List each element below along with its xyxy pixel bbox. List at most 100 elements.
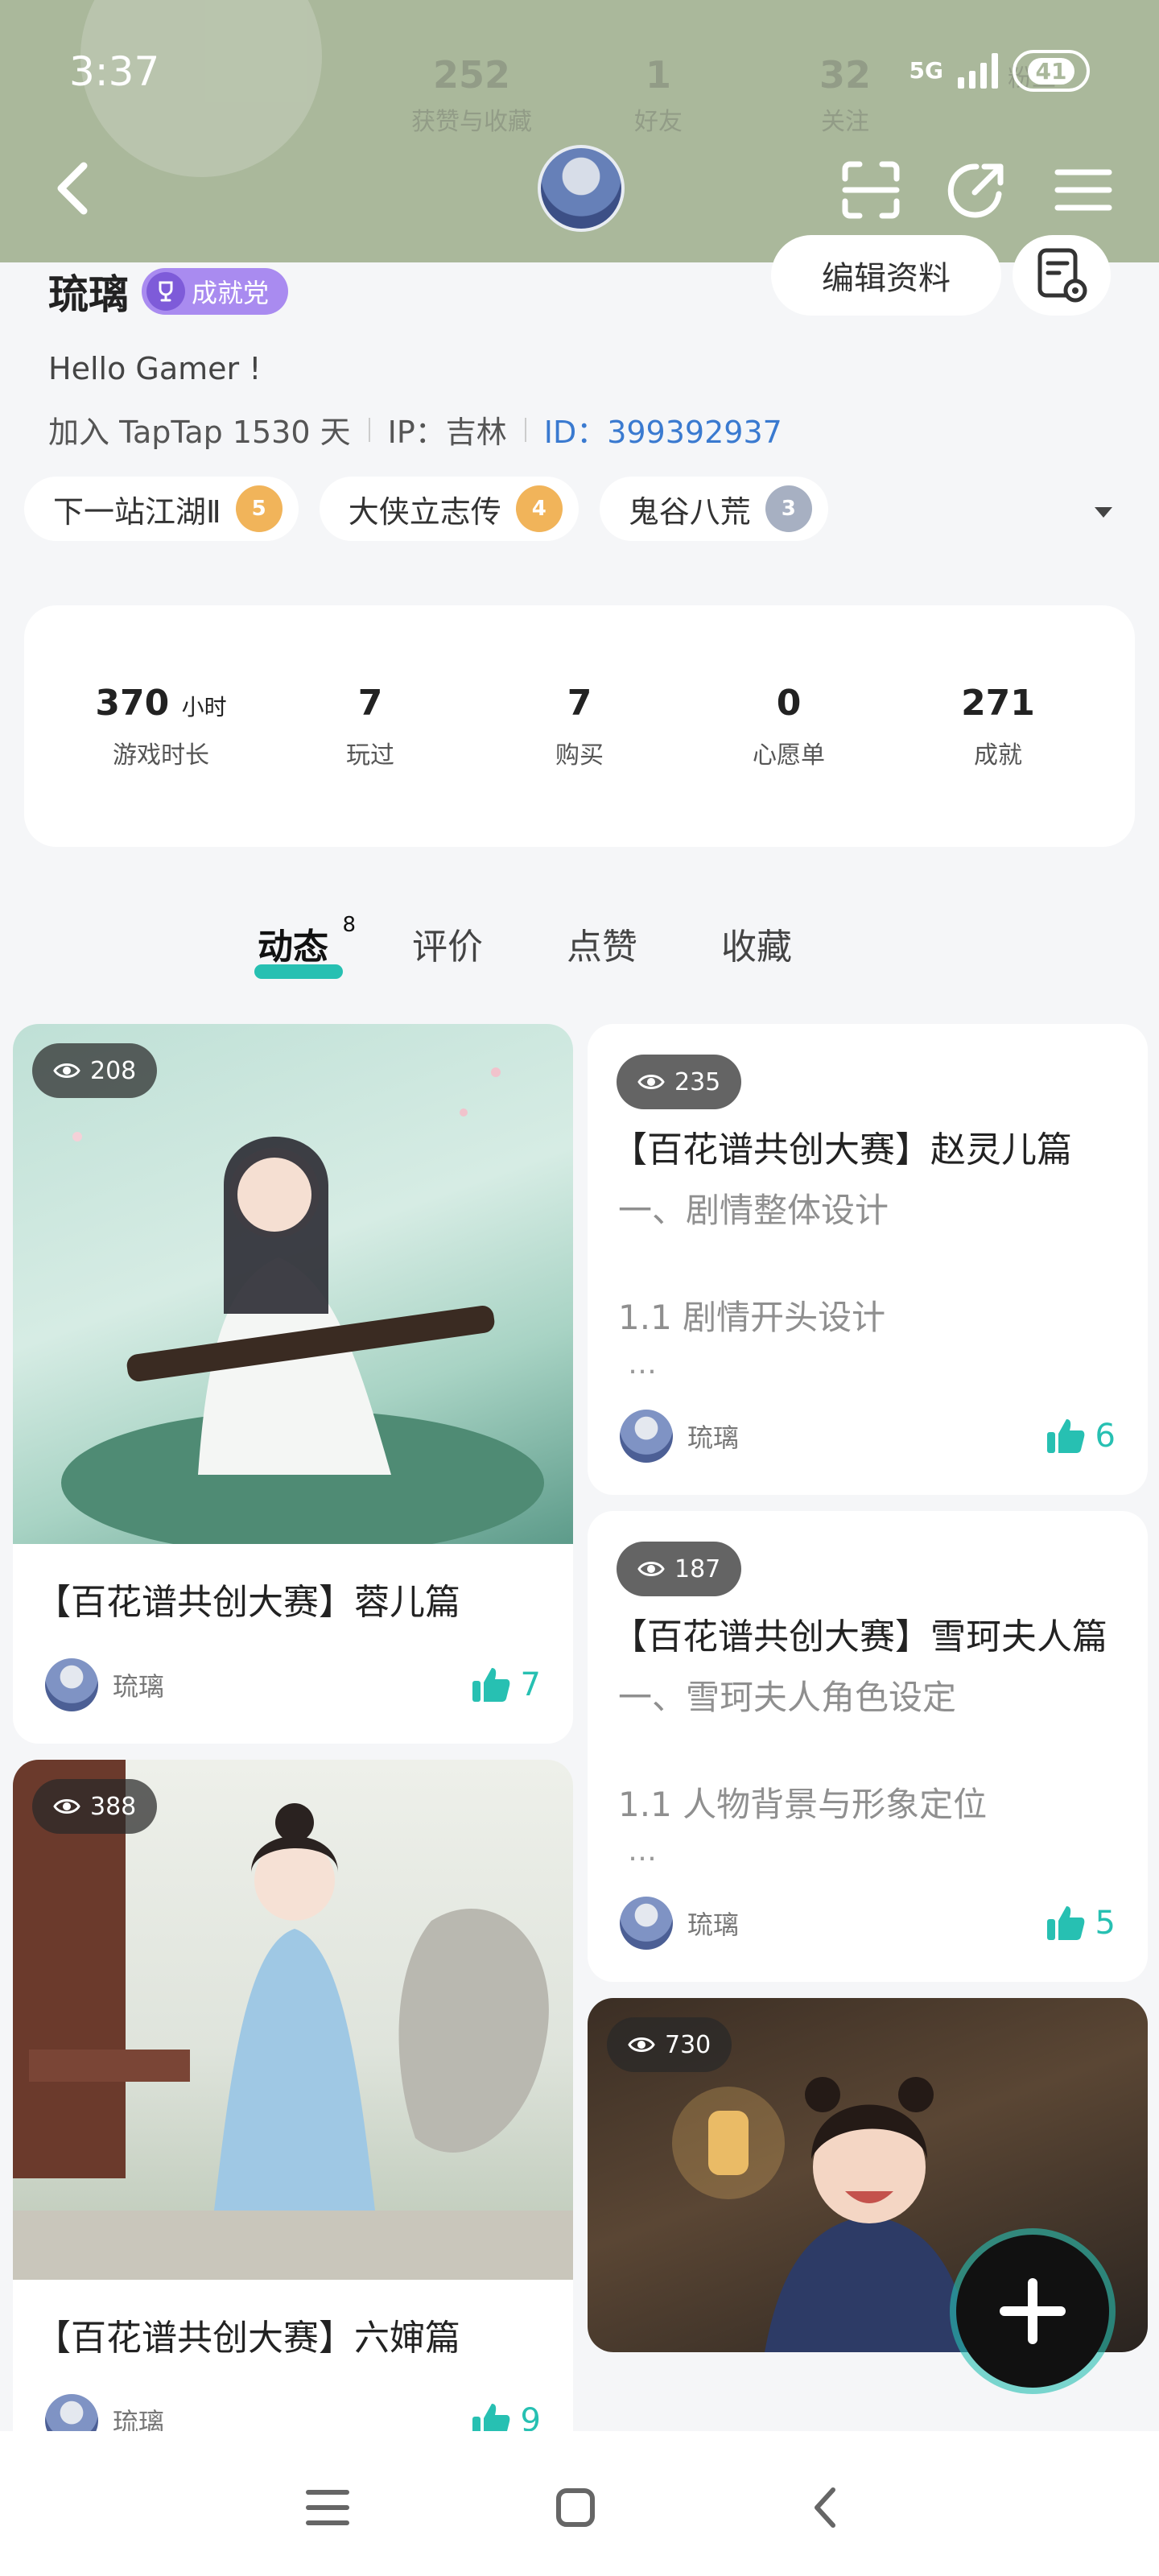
achievement-badge[interactable]: 成就党 <box>142 268 289 315</box>
user-id-label: ID： <box>543 415 608 450</box>
thumbs-up-icon <box>472 1668 509 1702</box>
chevron-left-icon <box>815 2487 835 2528</box>
battery-icon: 41 <box>1013 50 1090 92</box>
thumbs-up-icon <box>1046 1906 1084 1940</box>
status-bar: 3:37 5G 41 <box>0 0 1159 145</box>
divider <box>368 417 370 442</box>
game-name: 鬼谷八荒 <box>628 493 751 530</box>
header-actions <box>839 158 1116 222</box>
stat-label: 心愿单 <box>753 741 825 770</box>
header-avatar[interactable] <box>538 145 625 232</box>
recent-apps-button[interactable] <box>299 2479 356 2536</box>
view-count: 235 <box>674 1067 721 1096</box>
caret-down-icon <box>1095 507 1112 518</box>
eye-icon <box>637 1075 665 1089</box>
stat-played[interactable]: 7 玩过 <box>290 683 451 770</box>
stat-value: 271 <box>961 682 1035 724</box>
post-ellipsis: … <box>628 1348 657 1381</box>
back-button[interactable] <box>52 159 97 217</box>
post-title: 【百花谱共创大赛】蓉儿篇 <box>35 1582 460 1623</box>
tab-count: 8 <box>342 913 356 937</box>
stat-purchased[interactable]: 7 购买 <box>499 683 660 770</box>
guqin-girl-illustration <box>61 1067 544 1555</box>
game-level-icon: 5 <box>235 485 283 532</box>
game-name: 大侠立志传 <box>348 493 501 530</box>
edit-profile-button[interactable]: 编辑资料 <box>771 235 1001 316</box>
system-back-button[interactable] <box>797 2479 853 2536</box>
post-cover-image: 208 <box>13 1024 573 1555</box>
stat-wishlist[interactable]: 0 心愿单 <box>708 683 869 770</box>
divider <box>524 417 526 442</box>
home-button[interactable] <box>547 2479 604 2536</box>
feed-card[interactable]: 235 【百花谱共创大赛】赵灵儿篇 一、剧情整体设计 1.1 剧情开头设计 … … <box>588 1024 1148 1495</box>
stats-card: 370 小时 游戏时长 7 玩过 7 购买 0 心愿单 271 成就 <box>24 605 1135 847</box>
author-name[interactable]: 琉璃 <box>113 1666 471 1703</box>
stat-label: 成就 <box>974 741 1022 770</box>
stat-value: 7 <box>567 682 592 724</box>
stat-label: 购买 <box>555 741 604 770</box>
view-count-badge: 388 <box>32 1779 158 1834</box>
like-count: 7 <box>520 1666 541 1703</box>
like-button[interactable]: 7 <box>471 1666 541 1703</box>
hanfu-girl-illustration <box>13 1760 573 2280</box>
game-chip[interactable]: 大侠立志传 4 <box>319 477 579 541</box>
post-cover-image: 388 <box>13 1760 573 2280</box>
game-level: 3 <box>781 497 796 521</box>
signal-icon <box>958 53 998 89</box>
join-days: 加入 TapTap 1530 天 <box>48 415 351 450</box>
game-chip[interactable]: 鬼谷八荒 3 <box>599 477 828 541</box>
game-chip[interactable]: 下一站江湖Ⅱ 5 <box>24 477 299 541</box>
user-name: 琉璃 <box>48 271 129 318</box>
tab-likes[interactable]: 点赞 <box>567 918 637 969</box>
post-snippet: 一、雪珂夫人角色设定 <box>618 1678 957 1717</box>
post-snippet: 1.1 剧情开头设计 <box>618 1298 886 1337</box>
profile-settings-icon <box>1037 248 1087 303</box>
stat-value: 0 <box>776 682 802 724</box>
ip-location: IP：吉林 <box>387 415 507 450</box>
menu-button[interactable] <box>1051 158 1116 222</box>
tab-posts[interactable]: 动态 8 <box>254 913 356 979</box>
feed-card[interactable]: 187 【百花谱共创大赛】雪珂夫人篇 一、雪珂夫人角色设定 1.1 人物背景与形… <box>588 1511 1148 1982</box>
badge-label: 成就党 <box>192 278 270 308</box>
status-time: 3:37 <box>69 48 160 95</box>
feed-column-left: 208 【百花谱共创大赛】蓉儿篇 琉璃 7 388 【百花谱共创大赛】六婶篇 琉… <box>13 1024 573 2496</box>
expand-games-button[interactable] <box>1091 504 1116 520</box>
post-snippet: 一、剧情整体设计 <box>618 1191 889 1230</box>
post-footer: 琉璃 5 <box>588 1868 1148 1982</box>
profile-settings-button[interactable] <box>1013 235 1111 316</box>
author-name[interactable]: 琉璃 <box>687 1418 1046 1455</box>
view-count-badge: 208 <box>32 1043 158 1098</box>
post-ellipsis: … <box>628 1835 657 1868</box>
author-avatar[interactable] <box>620 1897 673 1950</box>
user-id[interactable]: ID：399392937 <box>544 407 782 452</box>
post-snippet: 1.1 人物背景与形象定位 <box>618 1785 988 1824</box>
scan-button[interactable] <box>839 158 903 222</box>
tab-label: 动态 <box>258 927 328 968</box>
stat-achievements[interactable]: 271 成就 <box>918 683 1079 770</box>
tab-reviews[interactable]: 评价 <box>412 918 483 969</box>
menu-icon <box>1054 169 1112 211</box>
author-avatar[interactable] <box>45 1658 98 1711</box>
feed-card[interactable]: 388 【百花谱共创大赛】六婶篇 琉璃 9 <box>13 1760 573 2479</box>
like-button[interactable]: 5 <box>1046 1905 1116 1942</box>
eye-icon <box>53 1799 80 1814</box>
share-button[interactable] <box>945 158 1009 222</box>
author-avatar[interactable] <box>620 1410 673 1463</box>
feed-card[interactable]: 208 【百花谱共创大赛】蓉儿篇 琉璃 7 <box>13 1024 573 1744</box>
feed-column-right: 235 【百花谱共创大赛】赵灵儿篇 一、剧情整体设计 1.1 剧情开头设计 … … <box>588 1024 1148 2368</box>
like-button[interactable]: 6 <box>1046 1418 1116 1455</box>
game-level-icon: 4 <box>515 485 563 532</box>
eye-icon <box>637 1562 665 1576</box>
create-post-button[interactable] <box>956 2235 1109 2388</box>
tab-label: 评价 <box>412 927 483 968</box>
name-row: 琉璃 成就党 <box>48 262 289 320</box>
tab-favorites[interactable]: 收藏 <box>721 918 792 969</box>
author-name[interactable]: 琉璃 <box>687 1905 1046 1942</box>
view-count: 208 <box>90 1056 137 1085</box>
stat-play-time[interactable]: 370 小时 游戏时长 <box>80 683 241 770</box>
chevron-left-icon <box>57 162 88 215</box>
game-level: 5 <box>251 497 266 521</box>
game-level-icon: 3 <box>765 485 812 532</box>
user-id-value: 399392937 <box>607 415 782 450</box>
tab-label: 收藏 <box>721 927 792 968</box>
